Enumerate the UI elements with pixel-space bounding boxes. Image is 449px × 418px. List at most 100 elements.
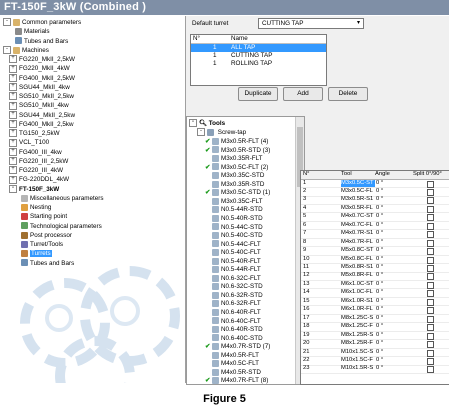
tree-node[interactable]: + FG400_MkII_2,5kW — [9, 73, 75, 83]
collapse-toggle[interactable]: - — [9, 184, 17, 193]
tree-node[interactable]: + SG510_MkII_2,5kw — [9, 92, 74, 101]
split-checkbox[interactable] — [427, 315, 434, 323]
expand-toggle[interactable]: + — [9, 110, 17, 119]
grid-cell-tool[interactable]: M8x1.25R-S — [341, 332, 375, 340]
split-checkbox[interactable] — [427, 349, 434, 357]
split-checkbox[interactable] — [427, 214, 434, 222]
split-checkbox[interactable] — [427, 188, 434, 196]
expand-toggle[interactable]: + — [9, 166, 17, 175]
grid-cell-angle[interactable]: 0 ° — [376, 349, 406, 357]
grid-row[interactable]: 16 M6x1.0R-FL 0 ° — [301, 306, 449, 315]
tree-node[interactable]: Tubes and Bars — [15, 37, 68, 46]
tree-node[interactable]: + FG220_III_4kW — [9, 166, 63, 175]
grid-cell-tool[interactable]: M6x1.0R-S1 — [341, 298, 375, 306]
grid-cell-tool[interactable]: M4x0.7R-S1 — [341, 230, 375, 238]
split-checkbox[interactable] — [427, 197, 434, 205]
split-checkbox[interactable] — [427, 357, 434, 365]
grid-cell-tool[interactable]: M5x0.8C-FL — [341, 256, 375, 264]
grid-cell-angle[interactable]: 0 ° — [376, 281, 406, 289]
grid-row[interactable]: 18 M8x1.25C-F 0 ° — [301, 323, 449, 332]
split-checkbox[interactable] — [427, 298, 434, 306]
grid-cell-tool[interactable]: M3x0.5C-ST — [341, 179, 375, 188]
grid-row[interactable]: 19 M8x1.25R-S 0 ° — [301, 332, 449, 341]
chevron-down-icon[interactable]: ▾ — [355, 20, 362, 27]
tree-node[interactable]: - Common parameters — [3, 18, 81, 27]
grid-row[interactable]: 7 M4x0.7R-S1 0 ° — [301, 230, 449, 239]
split-checkbox[interactable] — [427, 273, 434, 281]
grid-cell-angle[interactable]: 0 ° — [376, 222, 406, 230]
tree-node[interactable]: + FG-220DDL_4kW — [9, 175, 69, 184]
expand-toggle[interactable]: + — [9, 73, 17, 82]
split-checkbox[interactable] — [427, 180, 434, 188]
grid-cell-tool[interactable]: M6x1.0C-ST — [341, 281, 375, 289]
collapse-toggle[interactable]: - — [197, 128, 205, 137]
grid-cell-tool[interactable]: M10x1.5C-F — [341, 357, 375, 365]
tree-node[interactable]: + SG510_MkII_4kw — [9, 101, 69, 110]
grid-cell-angle[interactable]: 0 ° — [376, 306, 406, 314]
grid-cell-tool[interactable]: M5x0.8C-ST — [341, 247, 375, 255]
grid-cell-angle[interactable]: 0 ° — [376, 256, 406, 264]
tree-node[interactable]: - FT-150F_3kW — [9, 184, 59, 194]
grid-cell-angle[interactable]: 0 ° — [376, 205, 406, 213]
tool-item[interactable]: ✔ M4x0.7R-FLT (8) — [205, 376, 268, 384]
tree-node[interactable]: Tubes and Bars — [21, 259, 74, 268]
tree-node[interactable]: Starting point — [21, 212, 67, 221]
grid-row[interactable]: 13 M6x1.0C-ST 0 ° — [301, 281, 449, 290]
split-checkbox[interactable] — [427, 281, 434, 289]
tree-node[interactable]: Post processor — [21, 231, 72, 240]
split-checkbox[interactable] — [427, 290, 434, 298]
tools-tree[interactable]: - 🔍︎ Tools - Screw-tap ✔ M3x0.5R-FLT (4) ✔ M… — [186, 116, 305, 385]
grid-cell-tool[interactable]: M3x0.5C-FL — [341, 188, 375, 196]
grid-row[interactable]: 10 M5x0.8C-FL 0 ° — [301, 256, 449, 265]
grid-cell-tool[interactable]: M8x1.25R-F — [341, 340, 375, 348]
grid-cell-angle[interactable]: 0 ° — [376, 315, 406, 323]
tools-root[interactable]: - 🔍︎ Tools — [189, 119, 225, 128]
grid-cell-angle[interactable]: 0 ° — [376, 247, 406, 255]
grid-row[interactable]: 22 M10x1.5C-F 0 ° — [301, 357, 449, 366]
turret-tool-grid[interactable]: N° Tool Angle Split 0°/90° 1 M3x0.5C-ST 0 … — [300, 170, 449, 385]
expand-toggle[interactable]: + — [9, 157, 17, 166]
expand-toggle[interactable]: + — [9, 55, 17, 64]
grid-row[interactable]: 5 M4x0.7C-ST 0 ° — [301, 213, 449, 222]
grid-row[interactable]: 11 M5x0.8R-S1 0 ° — [301, 264, 449, 273]
expand-toggle[interactable]: + — [9, 101, 17, 110]
split-checkbox[interactable] — [427, 248, 434, 256]
tree-node[interactable]: + TG150_2,5kW — [9, 129, 60, 138]
split-checkbox[interactable] — [427, 256, 434, 264]
tree-node[interactable]: + FG220_MkII_4kW — [9, 64, 70, 73]
grid-cell-tool[interactable]: M4x0.7C-FL — [341, 222, 375, 230]
grid-cell-angle[interactable]: 0 ° — [376, 213, 406, 221]
expand-toggle[interactable]: + — [9, 138, 17, 147]
grid-cell-tool[interactable]: M6x1.0C-FL — [341, 289, 375, 297]
grid-row[interactable]: 21 M10x1.5C-S 0 ° — [301, 349, 449, 358]
split-checkbox[interactable] — [427, 341, 434, 349]
expand-toggle[interactable]: + — [9, 120, 17, 129]
collapse-toggle[interactable]: - — [189, 119, 197, 128]
turret-list-row[interactable]: 1 CUTTING TAP — [191, 52, 326, 60]
tree-node[interactable]: Technological parameters — [21, 222, 102, 231]
grid-cell-angle[interactable]: 0 ° — [376, 365, 406, 373]
tree-node[interactable]: - Machines — [3, 46, 49, 55]
grid-cell-angle[interactable]: 0 ° — [376, 340, 406, 348]
tree-node[interactable]: + SGU44_MkII_4kw — [9, 83, 70, 92]
tree-node[interactable]: Turret/Tools — [21, 240, 63, 249]
grid-cell-tool[interactable]: M5x0.8R-FL — [341, 272, 375, 280]
tree-node[interactable]: + FG220_III_2,5kW — [9, 157, 68, 166]
grid-cell-angle[interactable]: 0 ° — [376, 332, 406, 340]
tree-node[interactable]: Miscellaneous parameters — [21, 194, 104, 203]
expand-toggle[interactable]: + — [9, 175, 17, 184]
grid-row[interactable]: 20 M8x1.25R-F 0 ° — [301, 340, 449, 349]
split-checkbox[interactable] — [427, 307, 434, 315]
tree-node[interactable]: + FG220_MkII_2,5kW — [9, 55, 75, 64]
turret-list[interactable]: N° Name 1 ALL TAP 1 CUTTING TAP 1 ROLLING TAP — [190, 34, 327, 86]
grid-row[interactable]: 9 M5x0.8C-ST 0 ° — [301, 247, 449, 256]
split-checkbox[interactable] — [427, 332, 434, 340]
split-checkbox[interactable] — [427, 222, 434, 230]
grid-row[interactable]: 1 M3x0.5C-ST 0 ° — [301, 179, 449, 189]
delete-button[interactable]: Delete — [328, 87, 368, 101]
grid-cell-angle[interactable]: 0 ° — [376, 230, 406, 238]
split-checkbox[interactable] — [427, 324, 434, 332]
split-checkbox[interactable] — [427, 366, 434, 374]
grid-row[interactable]: 6 M4x0.7C-FL 0 ° — [301, 222, 449, 231]
expand-toggle[interactable]: + — [9, 92, 17, 101]
